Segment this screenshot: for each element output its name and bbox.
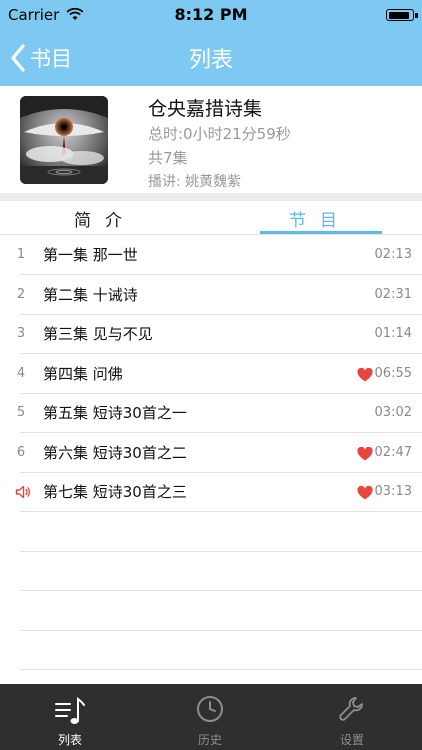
tabbar-label-settings: 设置 — [339, 733, 364, 747]
episode-title: 第五集 短诗30首之一 — [43, 404, 187, 422]
tab-episodes[interactable]: 节目 — [260, 201, 380, 235]
episode-duration: 03:02 — [374, 405, 412, 420]
row-separator — [20, 550, 422, 552]
favorite-heart-icon[interactable] — [357, 367, 373, 386]
top-bar: Carrier 8:12 PM 书目 列表 — [0, 0, 422, 86]
row-separator — [20, 274, 422, 275]
episode-number: 6 — [16, 444, 26, 460]
episode-list[interactable]: 1 第一集 那一世 02:13 2 第二集 十诫诗 02:31 3 第三集 见与不见 01:14… — [0, 235, 422, 685]
episode-title: 第二集 十诫诗 — [43, 285, 138, 304]
tabbar-item-settings[interactable]: 设置 — [282, 684, 422, 750]
album-cover-image — [20, 96, 108, 184]
clock: 8:12 PM — [174, 5, 248, 24]
episode-duration: 02:31 — [374, 286, 412, 302]
now-playing-speaker-icon — [15, 484, 31, 503]
row-separator — [20, 471, 422, 473]
episode-title: 第七集 短诗30首之三 — [43, 483, 187, 501]
tabbar-label-history: 历史 — [197, 733, 222, 747]
row-separator — [20, 353, 422, 354]
episode-number: 2 — [16, 286, 26, 302]
tab-bar: 列表 历史 设置 — [0, 684, 422, 750]
row-separator — [20, 669, 422, 670]
favorite-heart-icon[interactable] — [357, 446, 373, 465]
narrator: 播讲: 姚黄魏紫 — [148, 174, 242, 190]
row-separator — [20, 629, 422, 631]
episode-number: 4 — [16, 365, 26, 381]
episode-title: 第四集 问佛 — [43, 364, 123, 383]
episode-number: 5 — [16, 405, 26, 420]
section-divider — [0, 193, 422, 201]
battery-icon — [386, 9, 418, 21]
row-separator — [20, 392, 422, 394]
tabbar-label-list: 列表 — [57, 733, 82, 747]
tabbar-item-history[interactable]: 历史 — [140, 684, 280, 750]
tabbar-item-list[interactable]: 列表 — [0, 684, 140, 750]
episode-number: 3 — [16, 326, 26, 341]
status-bar: Carrier 8:12 PM — [0, 0, 422, 30]
back-button-label: 书目 — [30, 47, 72, 71]
active-tab-indicator — [260, 231, 382, 234]
episode-row[interactable]: 6 第六集 短诗30首之二 02:47 — [0, 433, 422, 473]
album-title: 仓央嘉措诗集 — [148, 98, 263, 120]
episode-duration: 03:13 — [374, 484, 412, 499]
episode-title: 第一集 那一世 — [43, 246, 138, 264]
episode-row[interactable]: 4 第四集 问佛 06:55 — [0, 354, 422, 394]
row-separator — [20, 432, 422, 433]
episode-row[interactable]: 1 第一集 那一世 02:13 — [0, 235, 422, 275]
clock-icon — [197, 696, 223, 722]
episode-count: 共7集 — [148, 149, 188, 167]
row-separator — [20, 590, 422, 591]
episode-row[interactable]: 3 第三集 见与不见 01:14 — [0, 314, 422, 354]
row-separator — [20, 511, 422, 512]
chevron-left-icon — [11, 44, 25, 72]
total-duration: 总时:0小时21分59秒 — [148, 125, 291, 143]
segment-tabs: 简介 节目 — [0, 201, 422, 235]
row-separator — [20, 313, 422, 315]
back-button[interactable]: 书目 — [10, 40, 72, 76]
episode-duration: 06:55 — [374, 365, 412, 381]
album-header: 仓央嘉措诗集 总时:0小时21分59秒 共7集 播讲: 姚黄魏紫 — [0, 86, 422, 192]
navigation-bar: 书目 列表 — [0, 30, 422, 86]
episode-row[interactable]: 第七集 短诗30首之三 03:13 — [0, 472, 422, 512]
episode-title: 第六集 短诗30首之二 — [43, 443, 187, 462]
episode-duration: 01:14 — [374, 326, 412, 341]
episode-duration: 02:13 — [374, 247, 412, 262]
favorite-heart-icon[interactable] — [357, 485, 373, 504]
episode-row[interactable]: 5 第五集 短诗30首之一 03:02 — [0, 393, 422, 433]
episode-row[interactable]: 2 第二集 十诫诗 02:31 — [0, 275, 422, 315]
wrench-icon — [339, 697, 363, 721]
episode-number: 1 — [16, 247, 26, 262]
episode-duration: 02:47 — [374, 444, 412, 460]
tab-intro[interactable]: 简介 — [45, 201, 165, 235]
playlist-music-icon — [55, 696, 85, 724]
episode-title: 第三集 见与不见 — [43, 325, 153, 343]
